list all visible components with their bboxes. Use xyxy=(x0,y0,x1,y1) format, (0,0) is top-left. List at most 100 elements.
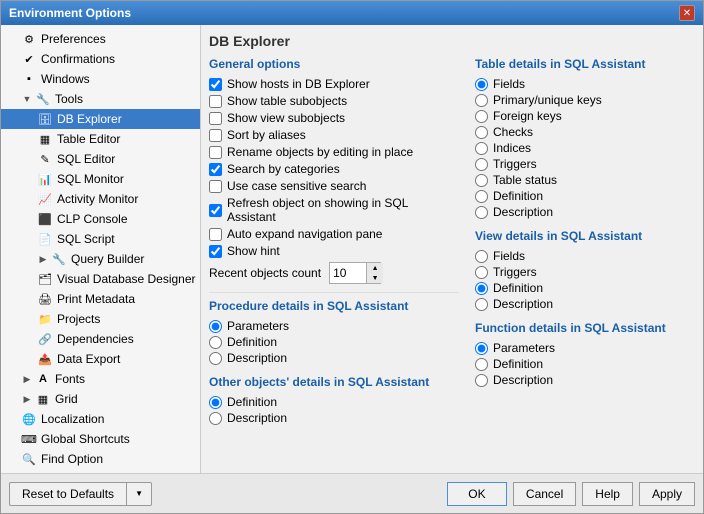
function-radio-group: Parameters Definition Description xyxy=(475,341,695,387)
procedure-radio-description-input[interactable] xyxy=(209,352,222,365)
function-radio-definition: Definition xyxy=(475,357,695,371)
checkbox-sort-aliases-input[interactable] xyxy=(209,129,222,142)
sidebar-item-print-metadata[interactable]: 🖨 Print Metadata xyxy=(1,289,200,309)
checkbox-show-table-sub-input[interactable] xyxy=(209,95,222,108)
divider-1 xyxy=(209,292,459,293)
checkbox-auto-expand-input[interactable] xyxy=(209,228,222,241)
table-radio-triggers-input[interactable] xyxy=(475,158,488,171)
view-radio-triggers: Triggers xyxy=(475,265,695,279)
checkbox-search-categories: Search by categories xyxy=(209,162,459,176)
sql-script-icon: 📄 xyxy=(37,231,53,247)
view-radio-definition-input[interactable] xyxy=(475,282,488,295)
table-editor-icon: ▦ xyxy=(37,131,53,147)
sql-monitor-icon: 📊 xyxy=(37,171,53,187)
sidebar-item-confirmations[interactable]: ✔ Confirmations xyxy=(1,49,200,69)
other-radio-description-input[interactable] xyxy=(209,412,222,425)
procedure-radio-parameters-input[interactable] xyxy=(209,320,222,333)
table-radio-description-input[interactable] xyxy=(475,206,488,219)
apply-button[interactable]: Apply xyxy=(639,482,695,506)
sidebar-item-tools[interactable]: ▼ 🔧 Tools xyxy=(1,89,200,109)
cancel-button[interactable]: Cancel xyxy=(513,482,576,506)
function-radio-parameters-input[interactable] xyxy=(475,342,488,355)
sidebar-item-clp-console[interactable]: ⬛ CLP Console xyxy=(1,209,200,229)
table-radio-definition-input[interactable] xyxy=(475,190,488,203)
sidebar-item-activity-monitor[interactable]: 📈 Activity Monitor xyxy=(1,189,200,209)
sidebar-item-projects[interactable]: 📁 Projects xyxy=(1,309,200,329)
table-radio-group: Fields Primary/unique keys Foreign keys xyxy=(475,77,695,219)
spin-down-button[interactable]: ▼ xyxy=(367,273,383,283)
reset-arrow-button[interactable]: ▼ xyxy=(126,482,152,506)
general-options-title: General options xyxy=(209,57,459,71)
preferences-icon: ⚙ xyxy=(21,31,37,47)
recent-count-input[interactable]: 10 xyxy=(330,265,366,281)
table-radio-foreign-input[interactable] xyxy=(475,110,488,123)
global-shortcuts-icon: ⌨ xyxy=(21,431,37,447)
checkbox-refresh-object-input[interactable] xyxy=(209,204,222,217)
checkbox-sort-aliases: Sort by aliases xyxy=(209,128,459,142)
sidebar-item-global-shortcuts[interactable]: ⌨ Global Shortcuts xyxy=(1,429,200,449)
view-details-title: View details in SQL Assistant xyxy=(475,229,695,243)
sidebar-item-sql-monitor[interactable]: 📊 SQL Monitor xyxy=(1,169,200,189)
bottom-bar: Reset to Defaults ▼ OK Cancel Help Apply xyxy=(1,473,703,513)
other-radio-definition-input[interactable] xyxy=(209,396,222,409)
expand-fonts-icon: ▶ xyxy=(21,373,33,385)
table-radio-primary-input[interactable] xyxy=(475,94,488,107)
table-radio-fields-input[interactable] xyxy=(475,78,488,91)
sidebar-item-query-builder[interactable]: ▶ 🔧 Query Builder xyxy=(1,249,200,269)
help-button[interactable]: Help xyxy=(582,482,633,506)
sidebar-item-windows[interactable]: ▪ Windows xyxy=(1,69,200,89)
table-radio-table-status: Table status xyxy=(475,173,695,187)
sidebar-item-fonts[interactable]: ▶ A Fonts xyxy=(1,369,200,389)
table-radio-indices-input[interactable] xyxy=(475,142,488,155)
checkbox-show-table-sub: Show table subobjects xyxy=(209,94,459,108)
view-radio-fields-input[interactable] xyxy=(475,250,488,263)
checkbox-show-hint-input[interactable] xyxy=(209,245,222,258)
tools-icon: 🔧 xyxy=(35,91,51,107)
checkbox-rename-objects-input[interactable] xyxy=(209,146,222,159)
sidebar-item-data-export[interactable]: 📤 Data Export xyxy=(1,349,200,369)
view-radio-triggers-input[interactable] xyxy=(475,266,488,279)
reset-button[interactable]: Reset to Defaults xyxy=(9,482,126,506)
checkbox-search-categories-input[interactable] xyxy=(209,163,222,176)
left-column: General options Show hosts in DB Explore… xyxy=(209,57,459,465)
grid-icon: ▦ xyxy=(35,391,51,407)
other-objects-title: Other objects' details in SQL Assistant xyxy=(209,375,459,389)
sidebar-item-sql-editor[interactable]: ✎ SQL Editor xyxy=(1,149,200,169)
sidebar-item-visual-db[interactable]: 🗂 Visual Database Designer xyxy=(1,269,200,289)
function-radio-description-input[interactable] xyxy=(475,374,488,387)
close-button[interactable]: ✕ xyxy=(679,5,695,21)
checkbox-show-view-sub-input[interactable] xyxy=(209,112,222,125)
sidebar-item-db-explorer[interactable]: 🗄 DB Explorer xyxy=(1,109,200,129)
function-details-title: Function details in SQL Assistant xyxy=(475,321,695,335)
table-details-section: Table details in SQL Assistant Fields Pr… xyxy=(475,57,695,219)
procedure-radio-definition-input[interactable] xyxy=(209,336,222,349)
activity-monitor-icon: 📈 xyxy=(37,191,53,207)
other-radio-definition: Definition xyxy=(209,395,459,409)
other-objects-section: Other objects' details in SQL Assistant … xyxy=(209,375,459,425)
sidebar-item-table-editor[interactable]: ▦ Table Editor xyxy=(1,129,200,149)
checkbox-case-sensitive: Use case sensitive search xyxy=(209,179,459,193)
sidebar-item-localization[interactable]: 🌐 Localization xyxy=(1,409,200,429)
right-column: Table details in SQL Assistant Fields Pr… xyxy=(475,57,695,465)
sidebar-item-find-option[interactable]: 🔍 Find Option xyxy=(1,449,200,469)
reset-group: Reset to Defaults ▼ xyxy=(9,482,152,506)
checkbox-show-view-sub: Show view subobjects xyxy=(209,111,459,125)
table-radio-table-status-input[interactable] xyxy=(475,174,488,187)
sidebar-item-grid[interactable]: ▶ ▦ Grid xyxy=(1,389,200,409)
checkbox-case-sensitive-input[interactable] xyxy=(209,180,222,193)
table-radio-checks-input[interactable] xyxy=(475,126,488,139)
expand-query-builder-icon: ▶ xyxy=(37,253,49,265)
table-radio-checks: Checks xyxy=(475,125,695,139)
procedure-details-title: Procedure details in SQL Assistant xyxy=(209,299,459,313)
titlebar: Environment Options ✕ xyxy=(1,1,703,25)
ok-button[interactable]: OK xyxy=(447,482,507,506)
view-radio-description-input[interactable] xyxy=(475,298,488,311)
function-radio-definition-input[interactable] xyxy=(475,358,488,371)
sidebar-item-dependencies[interactable]: 🔗 Dependencies xyxy=(1,329,200,349)
view-radio-group: Fields Triggers Definition xyxy=(475,249,695,311)
checkbox-show-hosts-input[interactable] xyxy=(209,78,222,91)
localization-icon: 🌐 xyxy=(21,411,37,427)
sidebar-item-sql-script[interactable]: 📄 SQL Script xyxy=(1,229,200,249)
sidebar-item-preferences[interactable]: ⚙ Preferences xyxy=(1,29,200,49)
spin-up-button[interactable]: ▲ xyxy=(367,263,383,273)
